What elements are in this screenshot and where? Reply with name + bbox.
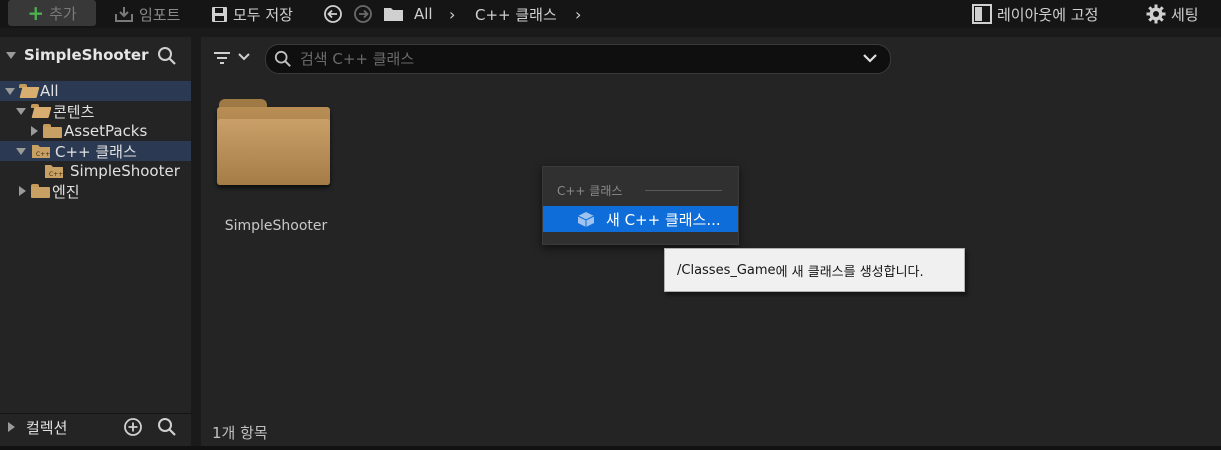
project-title: SimpleShooter bbox=[24, 46, 149, 64]
cpp-folder-open-icon: C++ bbox=[31, 144, 51, 159]
collections-label: 컬렉션 bbox=[26, 418, 68, 437]
expand-triangle-icon[interactable] bbox=[5, 87, 15, 95]
tooltip: /Classes_Game 에 새 클래스를 생성합니다. bbox=[664, 248, 965, 292]
breadcrumb-all[interactable]: All bbox=[414, 0, 433, 28]
tooltip-text: 에 새 클래스를 생성합니다. bbox=[775, 264, 924, 280]
import-button[interactable]: 임포트 bbox=[114, 0, 180, 28]
folder-icon bbox=[31, 184, 50, 198]
save-all-button[interactable]: 모두 저장 bbox=[211, 0, 293, 28]
search-input[interactable] bbox=[298, 49, 862, 69]
tree-item-label: AssetPacks bbox=[64, 122, 148, 140]
new-cpp-class-label: 새 C++ 클래스... bbox=[606, 210, 721, 229]
search-box[interactable] bbox=[265, 44, 891, 74]
tree-item-label: SimpleShooter bbox=[70, 162, 180, 180]
expand-triangle-icon[interactable] bbox=[31, 126, 38, 136]
folder-open-icon bbox=[31, 104, 50, 118]
toolbar: + 추가 임포트 모두 저장 All › C++ 클래스 › 레이아웃에 고정 bbox=[0, 0, 1221, 28]
tree-item-assetpacks[interactable]: AssetPacks bbox=[0, 121, 191, 141]
breadcrumb-cpp-classes[interactable]: C++ 클래스 bbox=[475, 0, 557, 28]
save-icon bbox=[211, 6, 228, 23]
collection-search-icon[interactable] bbox=[157, 417, 177, 437]
tree-item-label: 엔진 bbox=[52, 182, 80, 201]
context-menu: C++ 클래스 새 C++ 클래스... bbox=[542, 166, 739, 245]
gear-icon bbox=[1146, 4, 1166, 24]
folder-tile-label: SimpleShooter bbox=[224, 218, 328, 234]
lock-layout-label: 레이아웃에 고정 bbox=[997, 5, 1099, 24]
search-icon bbox=[274, 50, 292, 68]
folder-open-icon bbox=[19, 84, 38, 98]
history-back-button[interactable] bbox=[323, 0, 343, 28]
tree-item-content[interactable]: 콘텐츠 bbox=[0, 101, 191, 121]
breadcrumb-cpp-label: C++ 클래스 bbox=[475, 5, 557, 24]
tree-item-engine[interactable]: 엔진 bbox=[0, 181, 191, 201]
svg-text:C++: C++ bbox=[36, 151, 50, 158]
add-collection-icon[interactable] bbox=[123, 417, 143, 437]
plus-icon: + bbox=[27, 1, 45, 25]
settings-button[interactable]: 세팅 bbox=[1146, 0, 1199, 28]
tree-item-simpleshooter[interactable]: C++ SimpleShooter bbox=[0, 161, 191, 181]
back-arrow-icon bbox=[324, 5, 342, 23]
breadcrumb-separator-icon[interactable]: › bbox=[449, 0, 455, 28]
cpp-folder-icon: C++ bbox=[44, 164, 64, 179]
context-menu-section-header: C++ 클래스 bbox=[557, 184, 623, 198]
tree-item-label: 콘텐츠 bbox=[53, 102, 95, 121]
add-button[interactable]: + 추가 bbox=[8, 0, 96, 26]
tree-item-label: All bbox=[40, 82, 59, 100]
sources-header: SimpleShooter bbox=[0, 37, 191, 73]
search-dropdown-chevron-icon[interactable] bbox=[863, 54, 877, 64]
sources-panel: SimpleShooter All 콘텐츠 AssetPacks C++ C++… bbox=[0, 37, 191, 450]
item-count-status: 1개 항목 bbox=[212, 424, 268, 442]
filter-search-bar bbox=[201, 37, 1221, 81]
search-icon[interactable] bbox=[157, 46, 177, 66]
breadcrumb-end-chevron-icon[interactable]: › bbox=[575, 0, 581, 28]
settings-label: 세팅 bbox=[1171, 5, 1199, 24]
bottom-divider bbox=[0, 446, 1221, 450]
browse-folder-button[interactable] bbox=[383, 0, 404, 28]
tree-item-all[interactable]: All bbox=[0, 81, 191, 101]
svg-text:C++: C++ bbox=[49, 171, 63, 178]
expand-triangle-icon[interactable] bbox=[16, 107, 26, 115]
forward-arrow-icon bbox=[354, 5, 372, 23]
save-all-label: 모두 저장 bbox=[233, 5, 293, 24]
expand-triangle-icon[interactable] bbox=[19, 186, 26, 196]
tree-item-cpp-classes[interactable]: C++ C++ 클래스 bbox=[0, 141, 191, 161]
collapse-triangle-icon[interactable] bbox=[6, 51, 16, 59]
layout-icon bbox=[972, 4, 992, 24]
folder-tile-icon[interactable] bbox=[217, 99, 332, 187]
expand-triangle-icon[interactable] bbox=[16, 147, 26, 155]
expand-triangle-icon[interactable] bbox=[8, 422, 15, 432]
filter-dropdown-chevron-icon[interactable] bbox=[238, 53, 250, 61]
history-forward-button[interactable] bbox=[353, 0, 373, 28]
filter-icon[interactable] bbox=[213, 50, 231, 66]
tree-item-label: C++ 클래스 bbox=[55, 142, 137, 161]
tooltip-path: /Classes_Game bbox=[677, 262, 776, 278]
import-button-label: 임포트 bbox=[139, 5, 181, 24]
lock-layout-button[interactable]: 레이아웃에 고정 bbox=[972, 0, 1098, 28]
folder-icon bbox=[43, 124, 62, 138]
folder-icon bbox=[383, 6, 404, 22]
breadcrumb-all-label: All bbox=[414, 5, 433, 23]
collections-header: 컬렉션 bbox=[0, 413, 191, 440]
section-divider bbox=[645, 190, 722, 191]
cpp-class-icon bbox=[577, 211, 595, 228]
import-icon bbox=[114, 5, 134, 23]
new-cpp-class-menu-item[interactable]: 새 C++ 클래스... bbox=[543, 206, 738, 232]
add-button-label: 추가 bbox=[49, 4, 77, 23]
